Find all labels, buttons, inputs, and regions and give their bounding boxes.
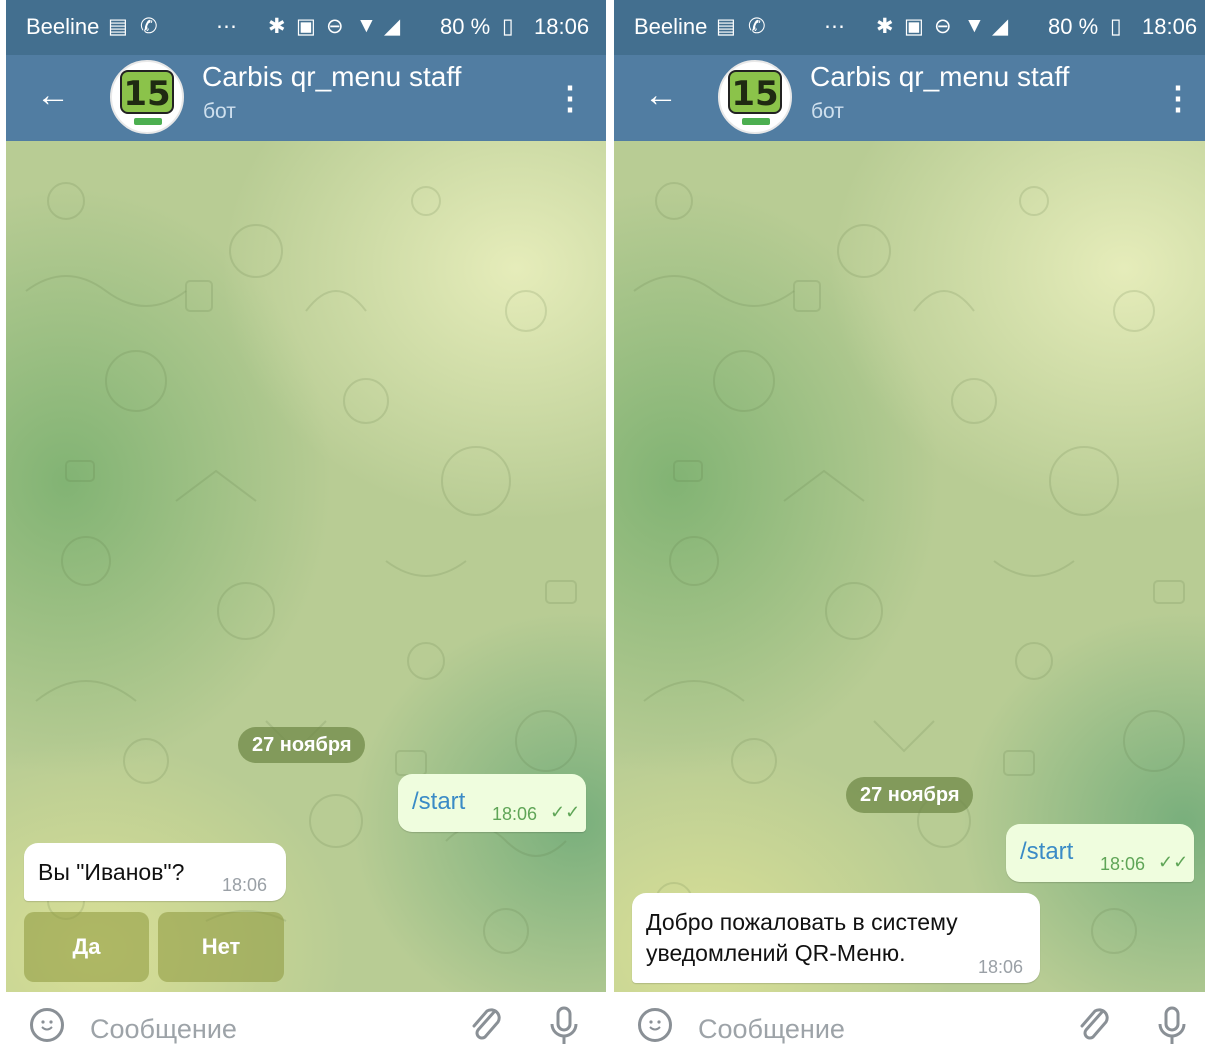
avatar[interactable]: 15 [110, 60, 184, 134]
status-time: 18:06 [534, 14, 590, 39]
chat-header: ← 15 Carbis qr_menu staff бот ⋮ [6, 55, 606, 141]
message-time: 18:06 [222, 875, 268, 895]
chat-header: ← 15 Carbis qr_menu staff бот ⋮ [614, 55, 1205, 141]
message-input[interactable]: Сообщение [698, 1014, 845, 1045]
message-time: 18:06 [1100, 854, 1146, 874]
battery-charging-icon: ▯ [502, 15, 514, 38]
wifi-icon: ▼ [356, 14, 377, 37]
more-notifications-icon: ⋯ [824, 15, 845, 38]
mic-icon[interactable] [546, 1004, 582, 1048]
avatar-logo-text: 15 [120, 70, 174, 114]
incoming-message[interactable]: Добро пожаловать в систему уведомлений Q… [632, 893, 1040, 983]
battery-level: 80 % [1048, 14, 1099, 39]
message-text-link[interactable]: /start [1020, 838, 1073, 866]
chat-area[interactable]: 27 ноября /start 18:06 ✓✓ Добро пожалова… [614, 141, 1205, 992]
more-notifications-icon: ⋯ [216, 15, 237, 38]
more-vert-icon[interactable]: ⋮ [1162, 73, 1194, 123]
avatar-logo-text: 15 [728, 70, 782, 114]
chat-title[interactable]: Carbis qr_menu staff [810, 61, 1069, 93]
battery-charging-icon: ▯ [1110, 15, 1122, 38]
logo-badge [742, 118, 770, 125]
bluetooth-icon: ✱ [876, 15, 894, 38]
emoji-icon[interactable] [638, 1008, 672, 1042]
status-time: 18:06 [1142, 14, 1198, 39]
chat-area[interactable]: 27 ноября /start 18:06 ✓✓ Вы "Иванов"? 1… [6, 141, 606, 992]
signal-icon: ◢ [384, 15, 401, 38]
message-input-bar: Сообщение [6, 992, 606, 1056]
phone-screen-left: Beeline ▤ ✆ ⋯ ✱ ▣ ⊖ ▼ ◢ 80 % ▯ 18:06 ← 1… [6, 0, 606, 1056]
outgoing-message[interactable]: /start 18:06 ✓✓ [398, 774, 586, 832]
message-time: 18:06 [492, 804, 538, 824]
nfc-icon: ▣ [904, 15, 924, 38]
more-vert-icon[interactable]: ⋮ [554, 73, 586, 123]
status-bar: Beeline ▤ ✆ ⋯ ✱ ▣ ⊖ ▼ ◢ 80 % ▯ 18:06 [614, 0, 1205, 55]
emoji-icon[interactable] [30, 1008, 64, 1042]
whatsapp-icon: ✆ [748, 15, 766, 38]
back-arrow-icon[interactable]: ← [36, 73, 76, 117]
message-input[interactable]: Сообщение [90, 1014, 237, 1045]
avatar[interactable]: 15 [718, 60, 792, 134]
date-separator: 27 ноября [846, 777, 974, 813]
attach-icon[interactable] [1074, 1004, 1114, 1048]
dnd-icon: ⊖ [934, 15, 952, 38]
keyboard-button-yes[interactable]: Да [24, 912, 149, 982]
notification-icon: ▤ [108, 15, 128, 38]
attach-icon[interactable] [466, 1004, 506, 1048]
wifi-icon: ▼ [964, 14, 985, 37]
nfc-icon: ▣ [296, 15, 316, 38]
message-text: Вы "Иванов"? [38, 859, 185, 885]
notification-icon: ▤ [716, 15, 736, 38]
whatsapp-icon: ✆ [140, 15, 158, 38]
status-bar: Beeline ▤ ✆ ⋯ ✱ ▣ ⊖ ▼ ◢ 80 % ▯ 18:06 [6, 0, 606, 55]
phone-screen-right: Beeline ▤ ✆ ⋯ ✱ ▣ ⊖ ▼ ◢ 80 % ▯ 18:06 ← 1… [614, 0, 1205, 1056]
message-time: 18:06 [978, 957, 1024, 977]
incoming-message[interactable]: Вы "Иванов"? 18:06 [24, 843, 286, 901]
read-ticks-icon: ✓✓ [550, 802, 581, 822]
carrier-name: Beeline [634, 14, 708, 39]
mic-icon[interactable] [1154, 1004, 1190, 1048]
keyboard-button-no[interactable]: Нет [158, 912, 284, 982]
message-text-line1: Добро пожаловать в систему [646, 909, 958, 935]
read-ticks-icon: ✓✓ [1158, 852, 1189, 872]
carrier-name: Beeline [26, 14, 100, 39]
signal-icon: ◢ [992, 15, 1009, 38]
back-arrow-icon[interactable]: ← [644, 73, 684, 117]
chat-title[interactable]: Carbis qr_menu staff [202, 61, 461, 93]
message-text-line2: уведомлений QR-Меню. [646, 940, 906, 966]
message-input-bar: Сообщение [614, 992, 1205, 1056]
message-text-link[interactable]: /start [412, 788, 465, 816]
logo-badge [134, 118, 162, 125]
date-separator: 27 ноября [238, 727, 366, 763]
chat-subtitle: бот [811, 100, 844, 123]
bluetooth-icon: ✱ [268, 15, 286, 38]
battery-level: 80 % [440, 14, 491, 39]
chat-subtitle: бот [203, 100, 236, 123]
dnd-icon: ⊖ [326, 15, 344, 38]
outgoing-message[interactable]: /start 18:06 ✓✓ [1006, 824, 1194, 882]
